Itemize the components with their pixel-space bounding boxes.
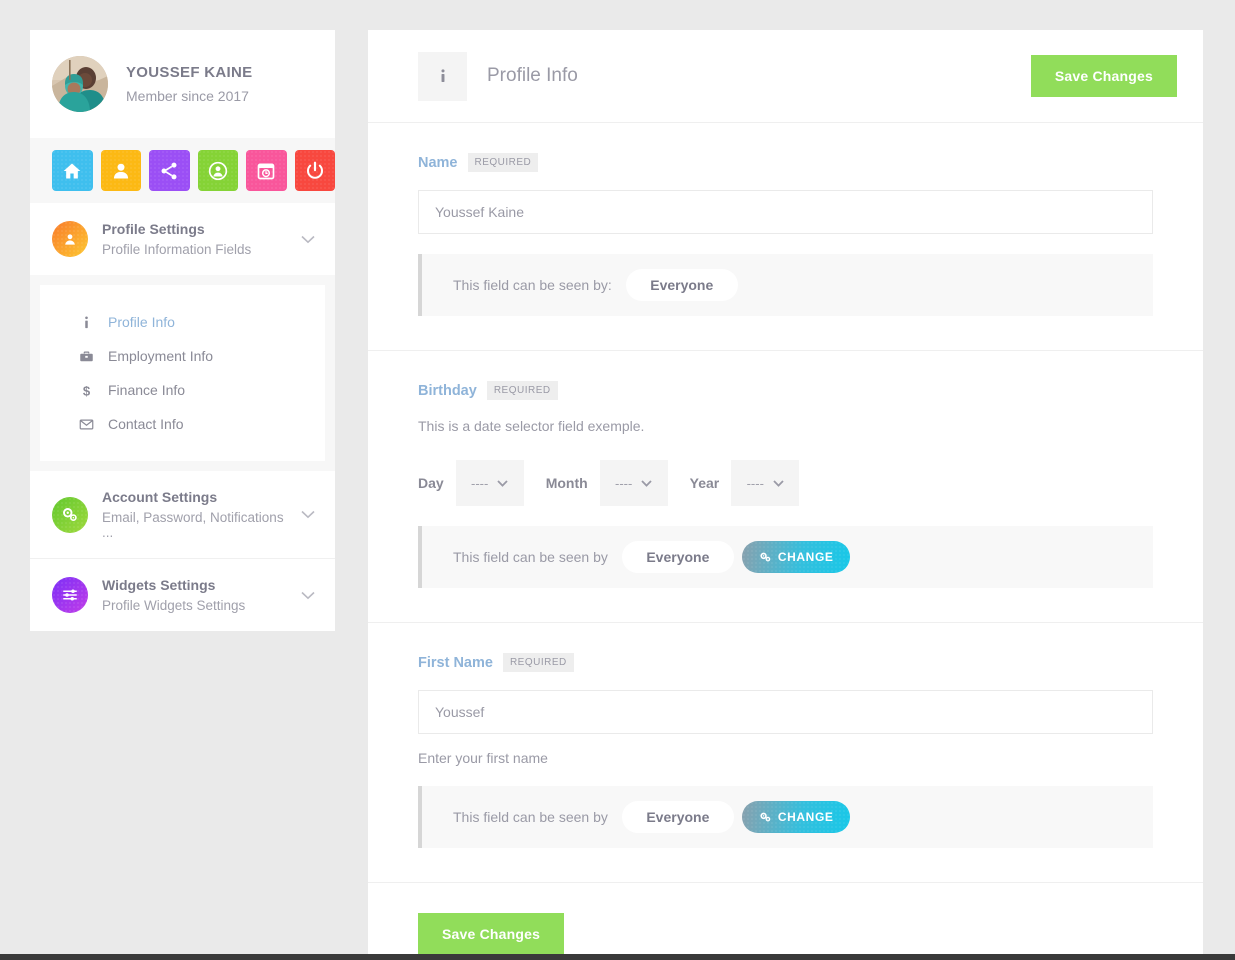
privacy-label: This field can be seen by: [453, 809, 608, 825]
change-privacy-button[interactable]: CHANGE: [742, 541, 851, 573]
sidebar-item-label: Profile Info: [108, 314, 175, 330]
save-changes-button-top[interactable]: Save Changes: [1031, 55, 1177, 97]
avatar: [52, 56, 108, 112]
section-title: Account Settings: [102, 489, 293, 505]
section-subtitle: Profile Information Fields: [102, 242, 293, 257]
briefcase-icon: [76, 349, 96, 364]
sidebar-item-label: Finance Info: [108, 382, 185, 398]
sidebar-item-contact-info[interactable]: Contact Info: [40, 407, 325, 441]
field-helper-text: Enter your first name: [418, 750, 1153, 766]
envelope-icon: [76, 417, 96, 432]
sidebar-item-label: Employment Info: [108, 348, 213, 364]
section-title: Profile Settings: [102, 221, 293, 237]
section-subtitle: Profile Widgets Settings: [102, 598, 293, 613]
info-icon: [418, 52, 467, 101]
field-birthday: Birthday REQUIRED This is a date selecto…: [368, 351, 1203, 623]
year-select-value: ----: [747, 476, 764, 491]
subnav-wrapper: Profile Info Employment Info $ Finance I…: [30, 275, 335, 471]
save-changes-button-bottom[interactable]: Save Changes: [418, 913, 564, 955]
field-label: Name: [418, 155, 458, 171]
change-button-label: CHANGE: [778, 550, 834, 564]
chevron-down-icon: [497, 480, 508, 487]
chevron-down-icon: [641, 480, 652, 487]
sidebar-section-widgets-settings[interactable]: Widgets Settings Profile Widgets Setting…: [30, 558, 335, 631]
sliders-icon: [52, 577, 88, 613]
sidebar: YOUSSEF KAINE Member since 2017: [30, 30, 335, 631]
page-footer-strip: [0, 954, 1235, 960]
cogs-icon: [759, 811, 772, 824]
name-input[interactable]: [418, 190, 1153, 234]
main-header: Profile Info Save Changes: [368, 30, 1203, 123]
user-icon-button[interactable]: [101, 150, 142, 191]
field-name: Name REQUIRED This field can be seen by:…: [368, 123, 1203, 351]
chevron-down-icon[interactable]: [301, 506, 315, 523]
page-root: YOUSSEF KAINE Member since 2017: [0, 0, 1235, 960]
section-subtitle: Email, Password, Notifications ...: [102, 510, 293, 540]
profile-header: YOUSSEF KAINE Member since 2017: [30, 30, 335, 138]
sidebar-bottom-card: Account Settings Email, Password, Notifi…: [30, 471, 335, 631]
share-icon-button[interactable]: [149, 150, 190, 191]
required-badge: REQUIRED: [503, 653, 574, 672]
section-title: Widgets Settings: [102, 577, 293, 593]
chevron-down-icon: [773, 480, 784, 487]
cogs-icon: [759, 551, 772, 564]
year-label: Year: [690, 475, 720, 491]
chevron-down-icon[interactable]: [301, 587, 315, 604]
change-button-label: CHANGE: [778, 810, 834, 824]
privacy-label: This field can be seen by: [453, 549, 608, 565]
profile-member-since: Member since 2017: [126, 88, 252, 104]
field-description: This is a date selector field exemple.: [418, 418, 1153, 434]
profile-name: YOUSSEF KAINE: [126, 64, 252, 81]
sidebar-item-label: Contact Info: [108, 416, 184, 432]
privacy-row: This field can be seen by Everyone CHANG…: [418, 526, 1153, 588]
main-footer: Save Changes: [368, 883, 1203, 960]
quick-icon-row: [30, 138, 335, 203]
svg-text:$: $: [82, 383, 90, 398]
chevron-down-icon[interactable]: [301, 231, 315, 248]
change-privacy-button[interactable]: CHANGE: [742, 801, 851, 833]
dollar-icon: $: [76, 383, 96, 398]
field-first-name: First Name REQUIRED Enter your first nam…: [368, 623, 1203, 883]
day-select-value: ----: [471, 476, 488, 491]
privacy-value-pill[interactable]: Everyone: [622, 541, 734, 573]
date-selector-row: Day ---- Month ---- Year ----: [418, 460, 1153, 506]
home-icon-button[interactable]: [52, 150, 93, 191]
privacy-label: This field can be seen by:: [453, 277, 612, 293]
profile-card: YOUSSEF KAINE Member since 2017: [30, 30, 335, 275]
main-panel: Profile Info Save Changes Name REQUIRED …: [368, 30, 1203, 960]
info-icon: [76, 315, 96, 330]
user-circle-icon: [52, 221, 88, 257]
sidebar-item-profile-info[interactable]: Profile Info: [40, 305, 325, 339]
privacy-value-pill[interactable]: Everyone: [626, 269, 738, 301]
subnav: Profile Info Employment Info $ Finance I…: [40, 285, 325, 461]
privacy-row: This field can be seen by: Everyone: [418, 254, 1153, 316]
sidebar-item-finance-info[interactable]: $ Finance Info: [40, 373, 325, 407]
profile-meta: YOUSSEF KAINE Member since 2017: [126, 64, 252, 104]
required-badge: REQUIRED: [468, 153, 539, 172]
field-label: First Name: [418, 655, 493, 671]
required-badge: REQUIRED: [487, 381, 558, 400]
privacy-row: This field can be seen by Everyone CHANG…: [418, 786, 1153, 848]
year-select[interactable]: ----: [731, 460, 799, 506]
day-select[interactable]: ----: [456, 460, 524, 506]
sidebar-section-account-settings[interactable]: Account Settings Email, Password, Notifi…: [30, 471, 335, 558]
first-name-input[interactable]: [418, 690, 1153, 734]
sidebar-item-employment-info[interactable]: Employment Info: [40, 339, 325, 373]
month-label: Month: [546, 475, 588, 491]
sidebar-section-profile-settings[interactable]: Profile Settings Profile Information Fie…: [30, 203, 335, 275]
privacy-value-pill[interactable]: Everyone: [622, 801, 734, 833]
field-label: Birthday: [418, 383, 477, 399]
month-select[interactable]: ----: [600, 460, 668, 506]
day-label: Day: [418, 475, 444, 491]
power-icon-button[interactable]: [295, 150, 336, 191]
user-circle-icon-button[interactable]: [198, 150, 239, 191]
calendar-clock-icon-button[interactable]: [246, 150, 287, 191]
cogs-icon: [52, 497, 88, 533]
page-title: Profile Info: [487, 65, 1031, 87]
month-select-value: ----: [615, 476, 632, 491]
